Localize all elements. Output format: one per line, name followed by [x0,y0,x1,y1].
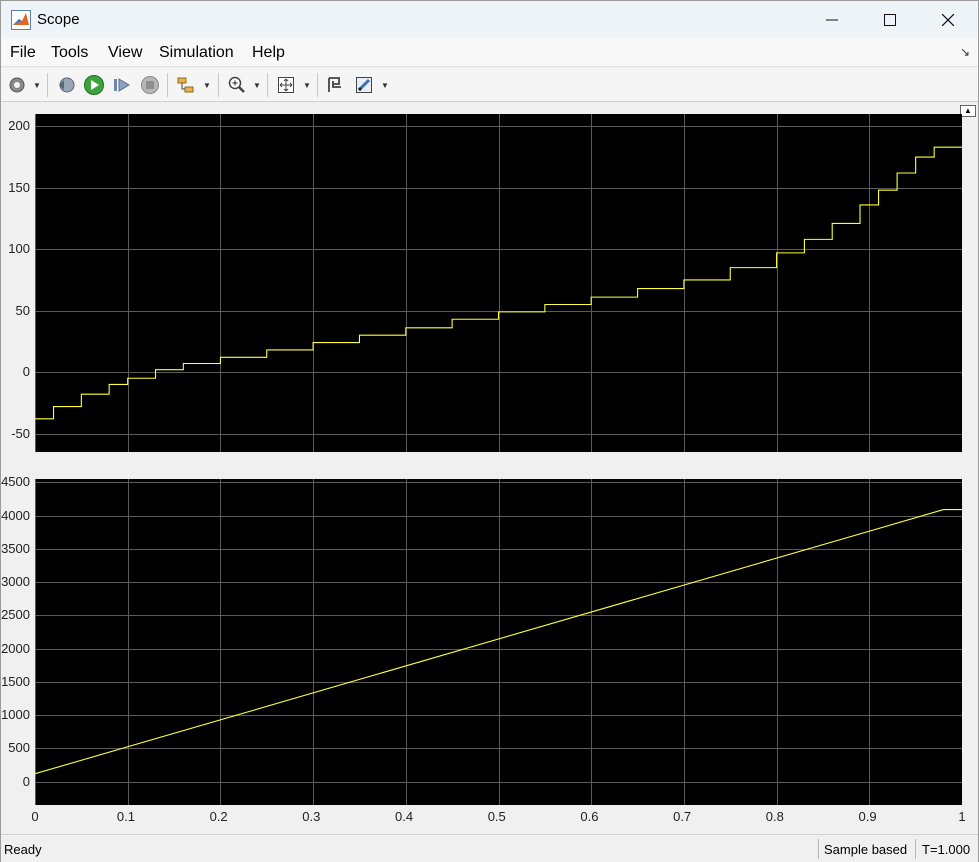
y-tick-label: 1500 [1,673,30,689]
menu-collapse-icon[interactable]: ↘ [960,45,970,59]
toolbar-separator [167,73,168,97]
step-back-icon [59,77,75,93]
undock-axes-icon[interactable]: ▲ [960,105,976,117]
settings-icon [9,77,25,93]
style-icon [356,77,372,93]
close-button[interactable] [919,1,977,39]
run-button[interactable] [82,73,106,97]
step-forward-button[interactable] [110,73,134,97]
zoom-dropdown-icon[interactable]: ▼ [253,81,261,90]
y-tick-label: 1000 [1,707,30,723]
x-tick-label: 0.3 [302,809,321,824]
toolbar-separator [317,73,318,97]
cursor-measure-icon [328,77,341,92]
x-tick-label: 0.5 [487,809,506,824]
maximize-icon [884,14,896,26]
chart-top [35,114,962,452]
toolbar-separator [47,73,48,97]
signal-trace-1 [35,146,962,420]
settings-dropdown-icon[interactable]: ▼ [33,81,41,90]
toolbar-separator [267,73,268,97]
menu-help[interactable]: Help [252,44,285,62]
y-tick-label: 2500 [1,607,30,623]
status-separator [818,839,819,859]
axes-bottom[interactable] [35,479,962,805]
y-tick-label: 100 [8,241,30,257]
step-forward-icon [114,78,130,92]
maximize-button[interactable] [861,1,919,39]
style-dropdown-icon[interactable]: ▼ [381,81,389,90]
y-tick-label: 50 [15,302,30,318]
x-tick-label: 0.1 [116,809,135,824]
y-tick-label: 0 [22,364,30,380]
autoscale-icon [278,77,294,93]
status-ready: Ready [4,842,42,857]
menu-file[interactable]: File [10,44,36,62]
x-tick-label: 0.9 [858,809,877,824]
x-tick-label: 0.2 [209,809,228,824]
autoscale-button[interactable] [274,73,298,97]
signal-select-dropdown-icon[interactable]: ▼ [203,81,211,90]
x-tick-label: 0.6 [580,809,599,824]
cursor-measure-button[interactable] [323,73,347,97]
scope-window: Scope File Tools View Simulation Help ↘ … [0,0,979,862]
settings-button[interactable] [5,73,29,97]
x-tick-label: 1 [958,809,966,824]
zoom-button[interactable] [225,73,249,97]
x-tick-label: 0.8 [765,809,784,824]
y-tick-label: 3500 [1,540,30,556]
y-tick-label: 4500 [1,474,30,490]
status-separator [915,839,916,859]
run-icon [84,75,104,95]
menu-tools[interactable]: Tools [51,44,88,62]
y-tick-label: 150 [8,179,30,195]
style-button[interactable] [352,73,376,97]
title-bar: Scope [1,1,978,39]
menu-simulation[interactable]: Simulation [159,44,234,62]
chart-bottom [35,479,962,805]
status-sample-based: Sample based [824,842,908,857]
signal-select-button[interactable] [174,73,198,97]
menu-view[interactable]: View [108,44,142,62]
toolbar-separator [218,73,219,97]
y-tick-label: 500 [8,740,30,756]
zoom-in-icon [228,76,245,93]
status-sim-time: T=1.000 [922,842,971,857]
y-tick-label: 2000 [1,640,30,656]
signal-select-icon [177,77,194,93]
status-bar: Ready Sample based T=1.000 [1,834,978,862]
x-tick-label: 0.4 [395,809,414,824]
step-back-button[interactable] [54,73,78,97]
y-tick-label: 0 [22,773,30,789]
minimize-icon [826,19,838,21]
x-tick-label: 0 [31,809,39,824]
menu-bar: File Tools View Simulation Help ↘ [1,39,978,67]
y-tick-label: -50 [11,425,30,441]
axes-top[interactable] [35,114,962,452]
matlab-logo-icon [11,10,31,30]
minimize-button[interactable] [803,1,861,39]
close-icon [942,14,954,26]
window-title: Scope [37,11,80,28]
autoscale-dropdown-icon[interactable]: ▼ [303,81,311,90]
y-tick-label: 4000 [1,507,30,523]
x-tick-label: 0.7 [673,809,692,824]
toolbar: ▼ ▼ ▼ ▼ ▼ [1,68,978,102]
y-tick-label: 200 [8,118,30,134]
stop-icon [141,76,159,94]
stop-button[interactable] [138,73,162,97]
y-tick-label: 3000 [1,574,30,590]
